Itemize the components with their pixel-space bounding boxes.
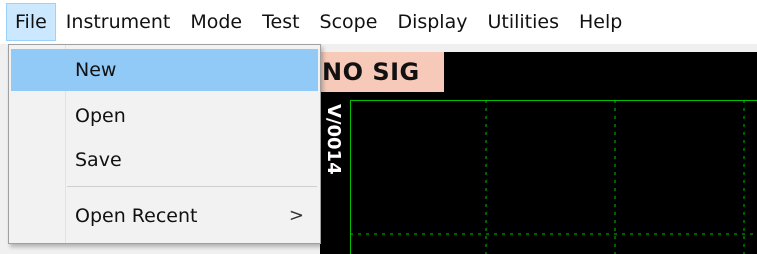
menu-utilities[interactable]: Utilities (477, 3, 569, 41)
menu-display[interactable]: Display (387, 3, 477, 41)
menu-item-new[interactable]: New (11, 49, 318, 91)
status-badge: NO SIG (318, 52, 444, 92)
menu-test[interactable]: Test (252, 3, 309, 41)
submenu-arrow-icon: > (288, 205, 304, 226)
menu-separator (67, 186, 317, 187)
menu-scope[interactable]: Scope (310, 3, 388, 41)
menu-item-open-label: Open (75, 105, 126, 127)
channel-label: V/0014 (323, 104, 344, 175)
menu-item-open-recent-label: Open Recent (75, 205, 198, 227)
menu-item-new-label: New (75, 59, 117, 81)
app-window: NO SIG V/0014 File Instrument Mode Test … (0, 0, 757, 254)
menu-mode[interactable]: Mode (180, 3, 252, 41)
menu-item-open[interactable]: Open (11, 95, 318, 137)
menu-item-save[interactable]: Save (11, 139, 318, 181)
menu-item-open-recent[interactable]: Open Recent > (11, 195, 318, 237)
menu-file[interactable]: File (6, 3, 56, 41)
menu-help[interactable]: Help (569, 3, 632, 41)
file-dropdown-menu: New Open Save Open Recent > (8, 44, 321, 244)
scope-header-area (444, 52, 757, 92)
menu-item-save-label: Save (75, 149, 122, 171)
scope-grid (350, 100, 757, 254)
menu-bar: File Instrument Mode Test Scope Display … (0, 0, 757, 44)
menu-instrument[interactable]: Instrument (56, 3, 181, 41)
